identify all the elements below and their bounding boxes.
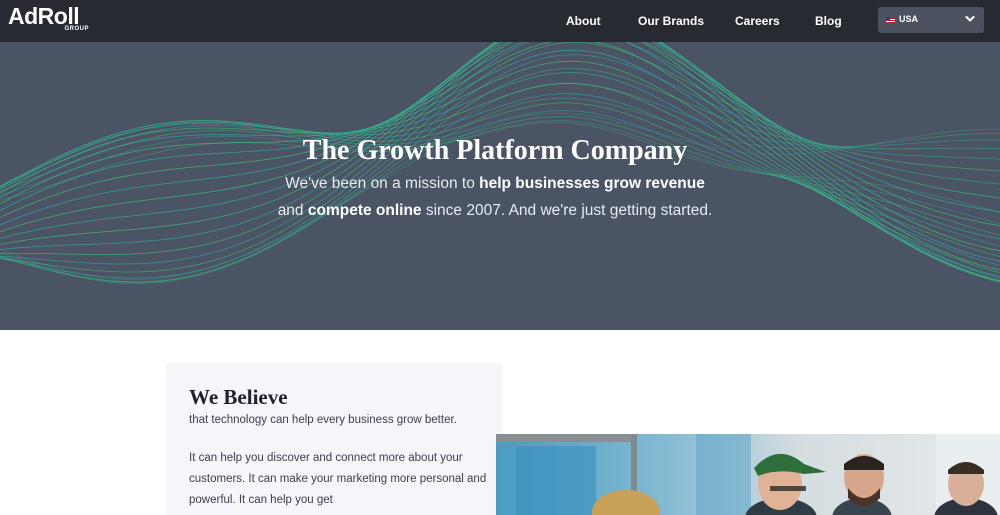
hero-title: The Growth Platform Company	[302, 135, 688, 166]
team-photo	[496, 434, 1000, 515]
hero-subtitle-text: We've been on a mission to	[285, 175, 480, 192]
chevron-down-icon	[965, 16, 975, 22]
we-believe-card: We Believe that technology can help ever…	[166, 363, 502, 515]
region-label: USA	[899, 14, 919, 24]
we-believe-heading: We Believe	[189, 385, 288, 409]
hero-subtitle-text: since 2007. And we're just getting start…	[421, 202, 713, 219]
logo-subtext: GROUP	[64, 26, 89, 32]
nav-link-our-brands[interactable]: Our Brands	[638, 13, 704, 29]
nav-link-careers[interactable]: Careers	[735, 13, 780, 29]
hero-subtitle-text: and	[277, 202, 308, 219]
hero-banner: The Growth Platform Company We've been o…	[0, 42, 1000, 330]
hero-subtitle-bold: help businesses grow revenue	[479, 175, 705, 192]
nav-link-blog[interactable]: Blog	[815, 13, 842, 29]
hero-subtitle-bold: compete online	[307, 202, 422, 219]
us-flag-icon	[886, 17, 895, 23]
nav-link-about[interactable]: About	[566, 13, 601, 29]
we-believe-body: It can help you discover and connect mor…	[189, 452, 487, 506]
we-believe-tagline: that technology can help every business …	[189, 414, 457, 426]
region-selector[interactable]: USA	[878, 7, 984, 33]
top-nav: AdRoll GROUP About Our Brands Careers Bl…	[0, 0, 1000, 42]
team-photo-illustration	[496, 434, 1000, 515]
hero-subtitle: We've been on a mission to help business…	[0, 170, 990, 224]
adroll-group-logo[interactable]: AdRoll GROUP	[8, 3, 92, 37]
